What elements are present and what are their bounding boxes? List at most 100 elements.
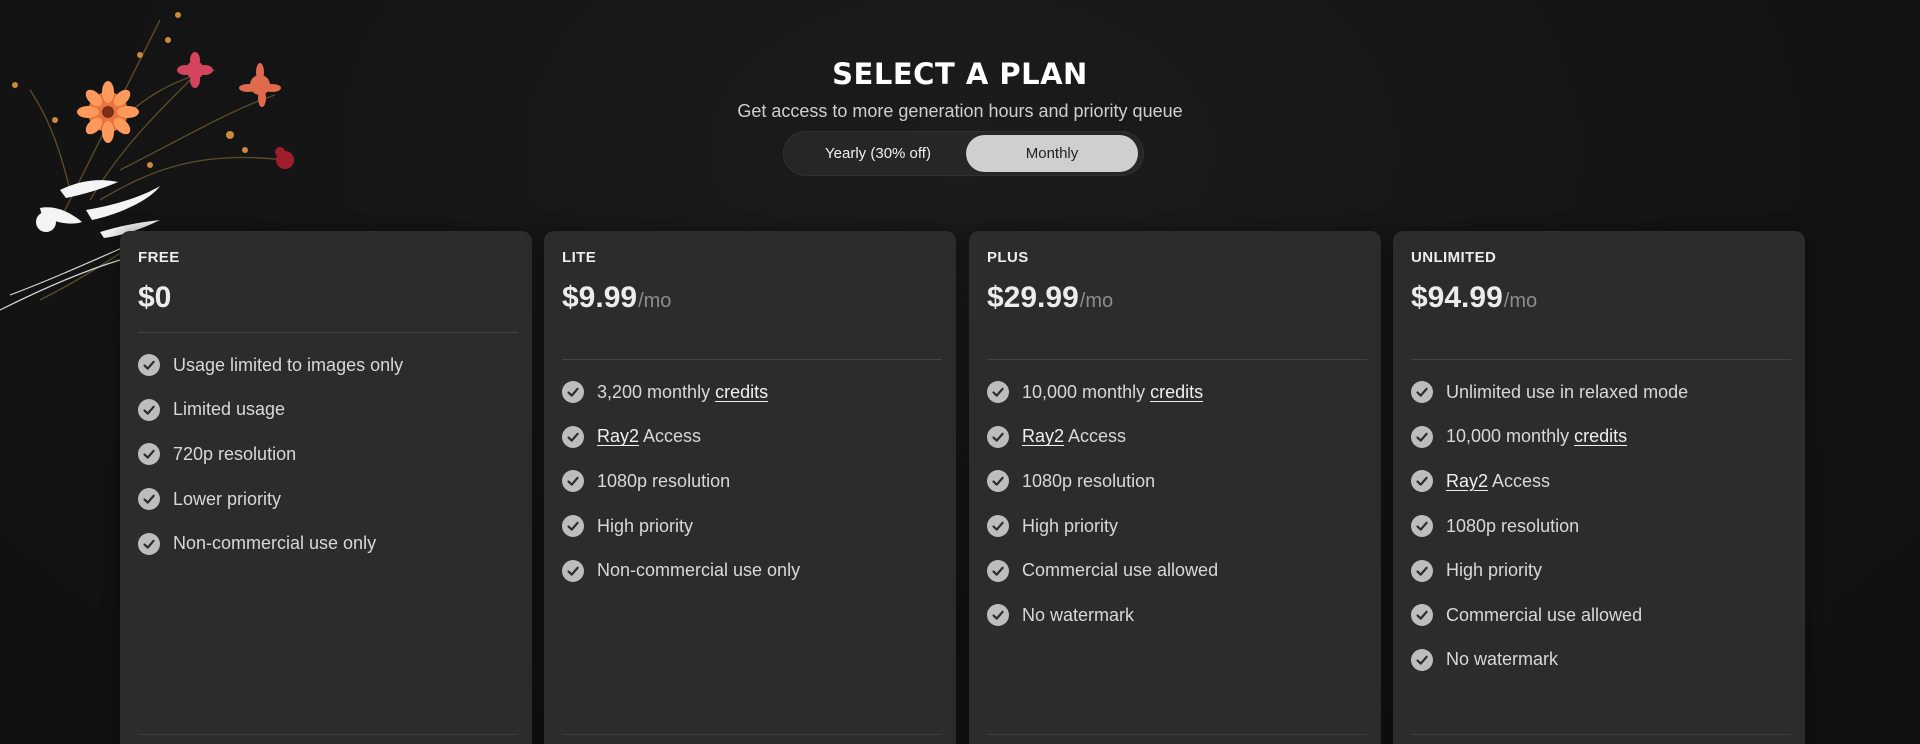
- check-circle-icon: [562, 559, 584, 582]
- check-circle-icon: [1411, 604, 1433, 627]
- plan-name: FREE: [138, 249, 180, 266]
- plan-card-plus[interactable]: PLUS $29.99/mo 10,000 monthly credits Ra…: [969, 231, 1381, 744]
- card-bottom-divider: [987, 734, 1367, 735]
- plan-price: $29.99: [987, 281, 1079, 314]
- feature-text: 1080p resolution: [597, 470, 731, 491]
- check-circle-icon: [987, 604, 1009, 627]
- feature-item: High priority: [1411, 548, 1688, 593]
- plan-card-lite[interactable]: LITE $9.99/mo 3,200 monthly credits Ray2…: [544, 231, 956, 744]
- plan-period: /mo: [1079, 290, 1114, 312]
- feature-list: Usage limited to images only Limited usa…: [138, 343, 403, 566]
- plan-card-free[interactable]: FREE $0 Usage limited to images only Lim…: [120, 231, 532, 744]
- feature-item: High priority: [987, 504, 1218, 549]
- plan-price: $9.99: [562, 281, 638, 314]
- check-circle-icon: [987, 515, 1009, 538]
- check-circle-icon: [1411, 559, 1433, 582]
- feature-item: 720p resolution: [138, 432, 403, 477]
- feature-item: 3,200 monthly credits: [562, 370, 800, 415]
- check-circle-icon: [138, 398, 160, 421]
- feature-text: High priority: [597, 515, 694, 536]
- check-circle-icon: [987, 381, 1009, 404]
- plan-price: $0: [138, 281, 172, 314]
- billing-period-toggle: Yearly (30% off) Monthly: [783, 131, 1144, 176]
- check-circle-icon: [987, 470, 1009, 493]
- price-row: $0: [138, 281, 172, 315]
- feature-text: Access: [1488, 470, 1551, 491]
- plan-period: /mo: [638, 290, 672, 312]
- credits-link[interactable]: credits: [715, 382, 768, 403]
- feature-item: Limited usage: [138, 388, 403, 433]
- check-circle-icon: [987, 425, 1009, 448]
- feature-text: Non-commercial use only: [173, 533, 377, 554]
- price-row: $29.99/mo: [987, 281, 1113, 315]
- feature-text: Non-commercial use only: [597, 560, 801, 581]
- feature-list: 3,200 monthly credits Ray2 Access 1080p …: [562, 370, 800, 593]
- card-bottom-divider: [562, 734, 942, 735]
- credits-link[interactable]: credits: [1574, 426, 1627, 447]
- feature-item: Ray2 Access: [562, 415, 800, 460]
- feature-text: Lower priority: [173, 488, 282, 509]
- check-circle-icon: [562, 425, 584, 448]
- feature-item: High priority: [562, 504, 800, 549]
- credits-link[interactable]: credits: [1150, 382, 1203, 403]
- check-circle-icon: [1411, 470, 1433, 493]
- feature-text: No watermark: [1446, 649, 1559, 670]
- check-circle-icon: [987, 559, 1009, 582]
- check-circle-icon: [1411, 425, 1433, 448]
- feature-item: Commercial use allowed: [987, 548, 1218, 593]
- feature-item: 1080p resolution: [562, 459, 800, 504]
- check-circle-icon: [138, 488, 160, 511]
- check-circle-icon: [138, 354, 160, 377]
- feature-text: Commercial use allowed: [1022, 560, 1219, 581]
- check-circle-icon: [1411, 648, 1433, 671]
- feature-text: 720p resolution: [173, 443, 297, 464]
- yearly-option[interactable]: Yearly (30% off): [789, 135, 967, 172]
- feature-item: Non-commercial use only: [138, 521, 403, 566]
- card-divider: [1411, 359, 1791, 360]
- check-circle-icon: [138, 532, 160, 555]
- feature-text: 1080p resolution: [1446, 515, 1580, 536]
- page-title: SELECT A PLAN: [832, 57, 1088, 91]
- check-circle-icon: [1411, 515, 1433, 538]
- plan-header: SELECT A PLAN Get access to more generat…: [0, 56, 1920, 122]
- card-divider: [987, 359, 1367, 360]
- ray2-link[interactable]: Ray2: [597, 426, 639, 447]
- plan-period: /mo: [1503, 290, 1538, 312]
- feature-text: 10,000 monthly: [1022, 381, 1151, 402]
- card-bottom-divider: [1411, 734, 1791, 735]
- ray2-link[interactable]: Ray2: [1022, 426, 1064, 447]
- feature-list: Unlimited use in relaxed mode 10,000 mon…: [1411, 370, 1688, 682]
- feature-text: 3,200 monthly: [597, 381, 716, 402]
- plan-card-unlimited[interactable]: UNLIMITED $94.99/mo Unlimited use in rel…: [1393, 231, 1805, 744]
- feature-item: Unlimited use in relaxed mode: [1411, 370, 1688, 415]
- plan-name: PLUS: [987, 249, 1029, 266]
- price-row: $94.99/mo: [1411, 281, 1537, 315]
- ray2-link[interactable]: Ray2: [1446, 471, 1488, 492]
- feature-text: Access: [639, 426, 702, 447]
- feature-text: Commercial use allowed: [1446, 604, 1643, 625]
- price-row: $9.99/mo: [562, 281, 671, 315]
- feature-text: High priority: [1446, 560, 1543, 581]
- feature-text: 1080p resolution: [1022, 470, 1156, 491]
- pricing-page: SELECT A PLAN Get access to more generat…: [0, 0, 1920, 744]
- feature-list: 10,000 monthly credits Ray2 Access 1080p…: [987, 370, 1218, 638]
- feature-item: Commercial use allowed: [1411, 593, 1688, 638]
- plan-name: UNLIMITED: [1411, 249, 1497, 266]
- card-divider: [138, 332, 518, 333]
- feature-text: Usage limited to images only: [173, 354, 404, 375]
- feature-text: High priority: [1022, 515, 1119, 536]
- feature-text: Limited usage: [173, 399, 286, 420]
- plan-price: $94.99: [1411, 281, 1503, 314]
- feature-item: 10,000 monthly credits: [987, 370, 1218, 415]
- feature-item: 1080p resolution: [987, 459, 1218, 504]
- check-circle-icon: [562, 515, 584, 538]
- feature-text: No watermark: [1022, 604, 1135, 625]
- card-bottom-divider: [138, 734, 518, 735]
- feature-item: Lower priority: [138, 477, 403, 522]
- feature-item: No watermark: [1411, 638, 1688, 683]
- monthly-option[interactable]: Monthly: [966, 135, 1138, 172]
- feature-text: Unlimited use in relaxed mode: [1446, 381, 1689, 402]
- feature-item: Usage limited to images only: [138, 343, 403, 388]
- feature-item: No watermark: [987, 593, 1218, 638]
- check-circle-icon: [562, 470, 584, 493]
